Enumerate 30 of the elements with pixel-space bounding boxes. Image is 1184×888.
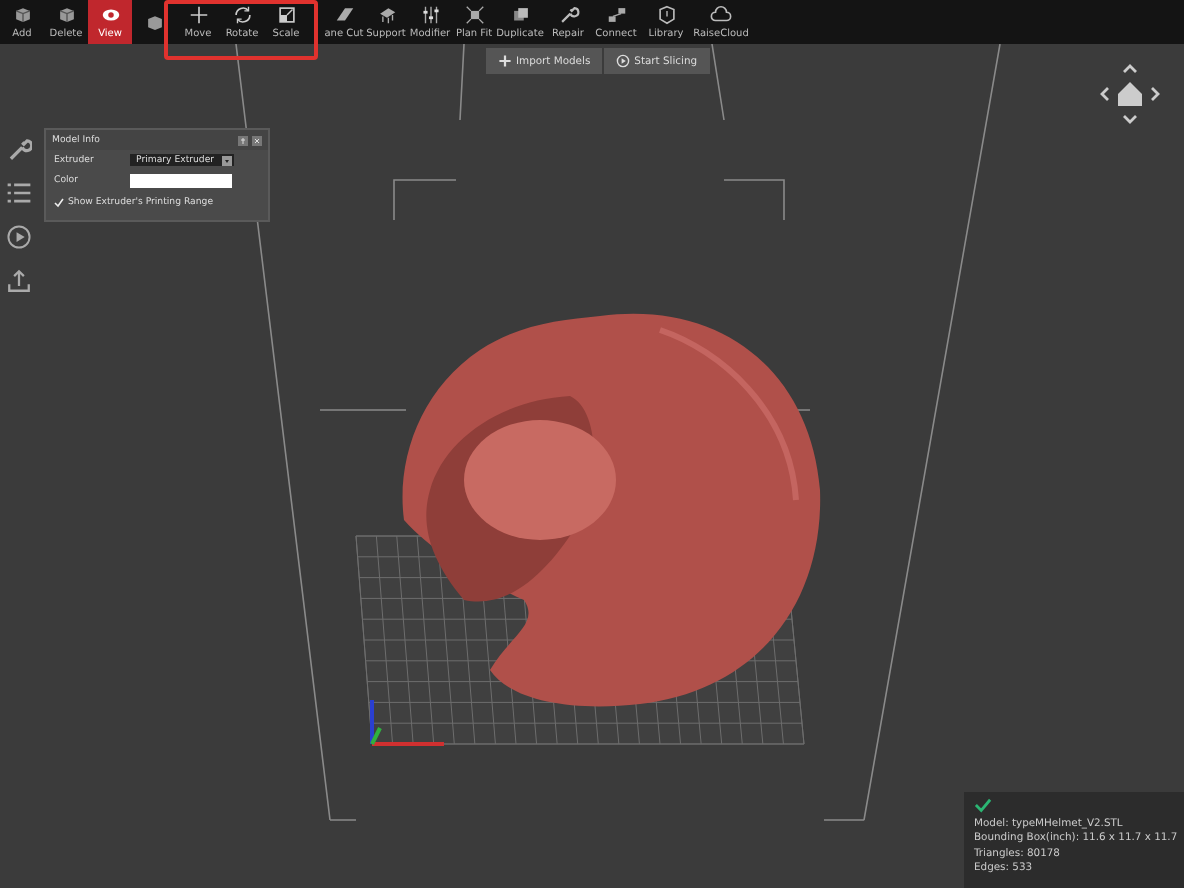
pin-icon[interactable] (238, 135, 248, 145)
cloud-icon (710, 4, 732, 26)
connect-icon (605, 4, 627, 26)
rotate-icon (231, 4, 253, 26)
fit-icon (463, 4, 485, 26)
cut-plane-icon (333, 4, 355, 26)
sliders-icon (419, 4, 441, 26)
scale-icon (275, 4, 297, 26)
checkbox[interactable] (54, 198, 64, 208)
move-arrows-icon (187, 4, 209, 26)
color-field[interactable] (130, 174, 232, 188)
library-icon (655, 4, 677, 26)
duplicate-icon (509, 4, 531, 26)
axis-icon (370, 700, 444, 746)
box-icon (55, 4, 77, 26)
wrench-icon (557, 4, 579, 26)
play-icon[interactable] (6, 224, 32, 250)
caret-icon (222, 155, 232, 165)
navigation-arrows-icon[interactable] (1100, 64, 1160, 124)
box-icon (143, 11, 165, 33)
play-icon (616, 54, 631, 68)
plus-icon (498, 54, 512, 68)
export-icon[interactable] (6, 268, 32, 294)
close-icon[interactable] (252, 135, 262, 145)
box-icon (11, 4, 33, 26)
list-icon[interactable] (6, 180, 32, 206)
support-icon (375, 4, 397, 26)
eye-icon (99, 4, 121, 26)
wrench-icon[interactable] (6, 136, 32, 162)
checkmark-icon (974, 798, 992, 814)
